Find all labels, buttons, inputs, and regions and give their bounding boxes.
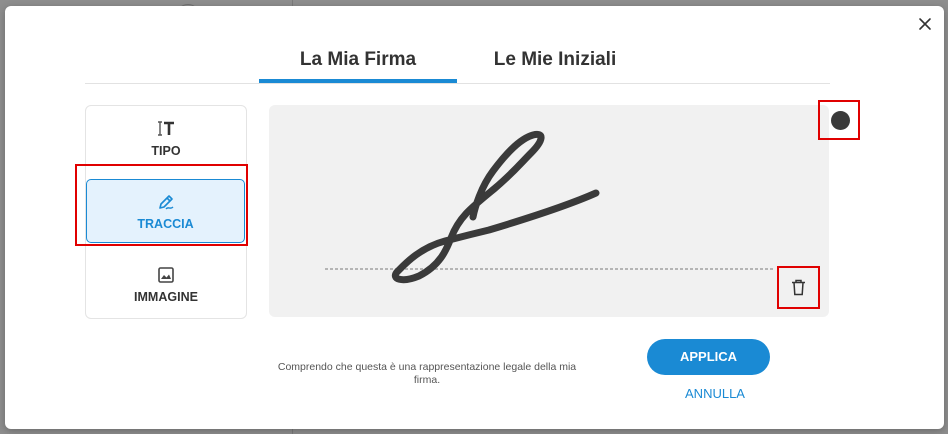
mode-panel: TIPO TRACCIA IMMAGINE (85, 105, 247, 319)
draw-pen-icon (158, 195, 173, 210)
trash-icon (792, 279, 805, 296)
text-type-icon (158, 121, 174, 136)
image-icon (158, 267, 174, 283)
legal-disclaimer: Comprendo che questa è una rappresentazi… (277, 361, 577, 386)
signature-modal: La Mia Firma Le Mie Iniziali TIPO TRACCI… (5, 6, 944, 429)
pen-color-picker[interactable] (818, 100, 860, 140)
tab-bar: La Mia Firma Le Mie Iniziali (85, 44, 830, 84)
tab-la-mia-firma[interactable]: La Mia Firma (259, 48, 457, 83)
clear-signature-button[interactable] (777, 266, 820, 309)
tab-le-mie-iniziali[interactable]: Le Mie Iniziali (473, 48, 637, 83)
mode-traccia-label: TRACCIA (137, 217, 194, 231)
mode-immagine-label: IMMAGINE (134, 290, 198, 304)
mode-tipo-label: TIPO (151, 144, 181, 158)
close-icon (919, 18, 931, 30)
apply-button[interactable]: APPLICA (647, 339, 770, 375)
tab-selected-indicator (259, 79, 457, 83)
close-button[interactable] (917, 16, 933, 32)
signature-stroke (392, 130, 600, 284)
mode-tipo-button[interactable]: TIPO (86, 120, 246, 170)
mode-traccia-button[interactable]: TRACCIA (86, 179, 245, 243)
signature-canvas[interactable] (269, 105, 829, 317)
cancel-button[interactable]: ANNULLA (647, 386, 783, 401)
pen-color-swatch (831, 111, 850, 130)
mode-immagine-button[interactable]: IMMAGINE (86, 266, 246, 316)
